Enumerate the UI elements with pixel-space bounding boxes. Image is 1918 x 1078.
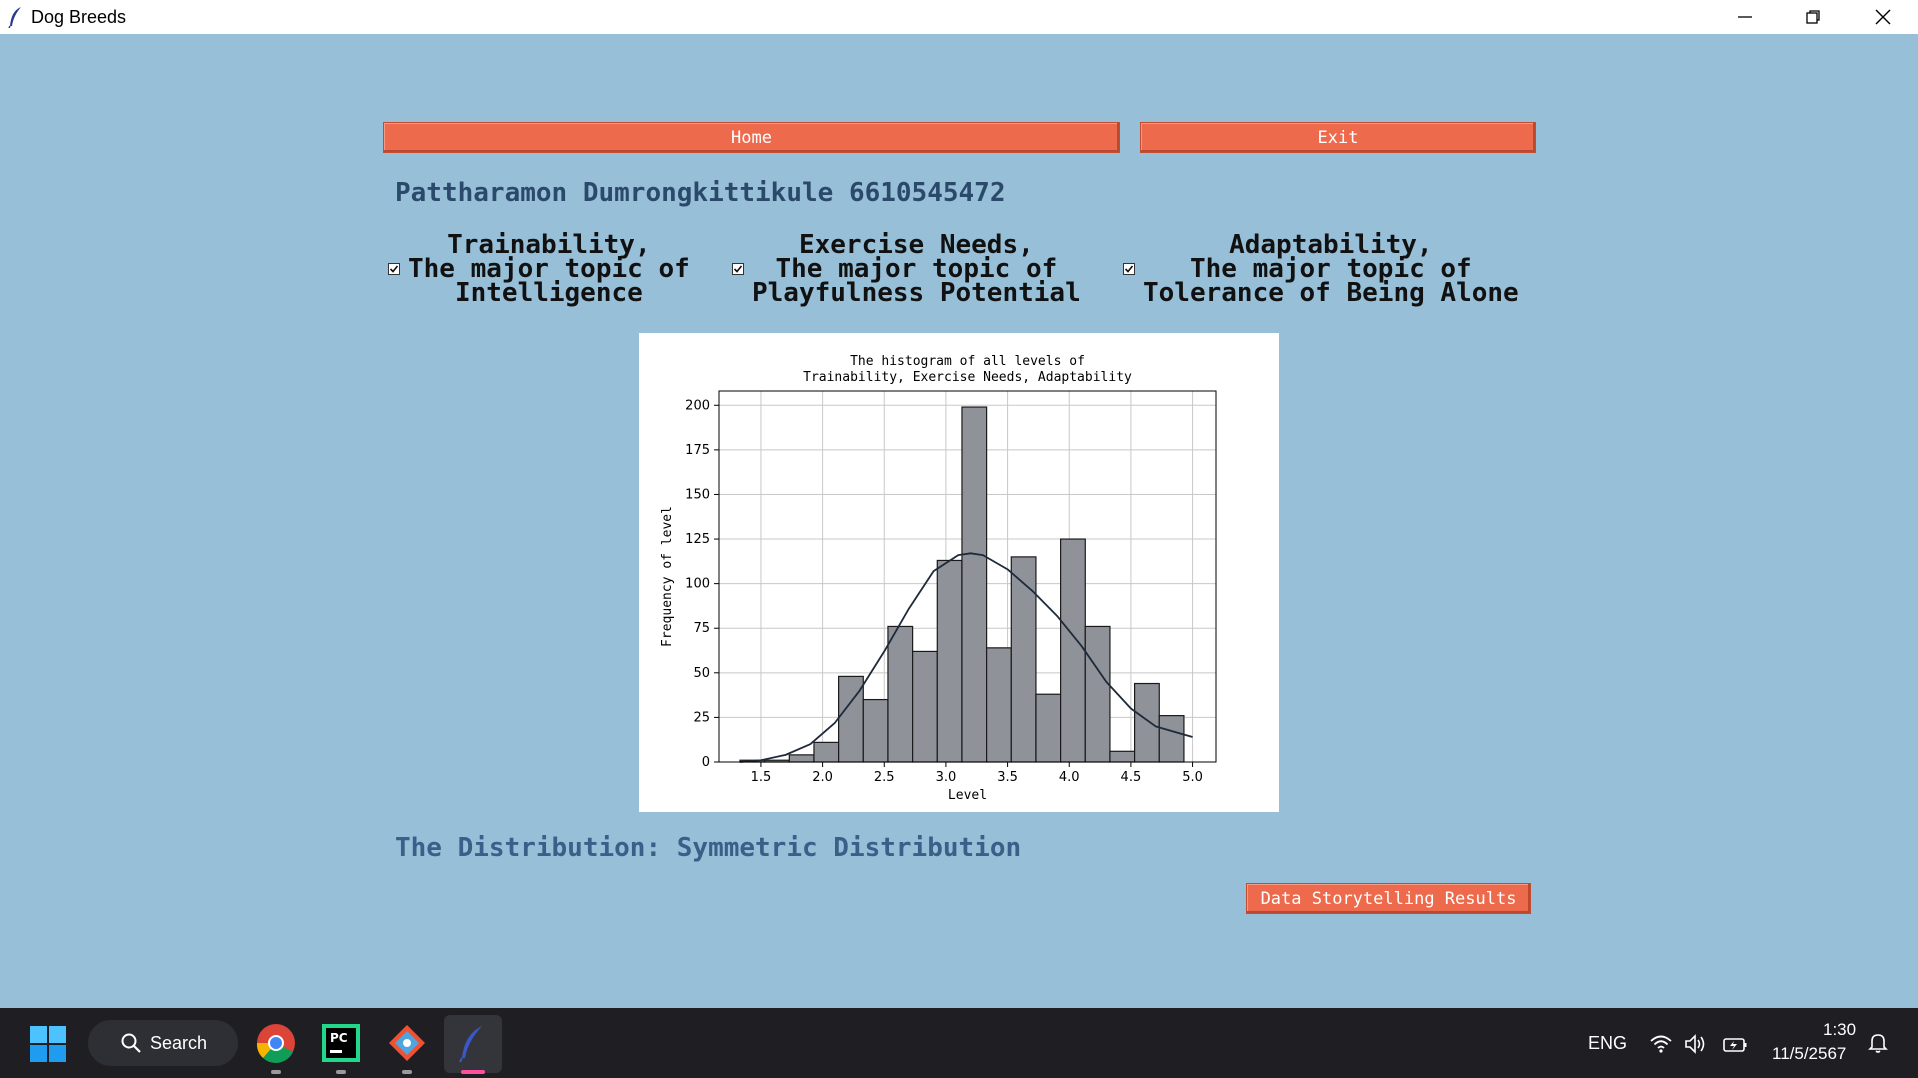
pycharm-indicator bbox=[336, 1070, 346, 1074]
window-title: Dog Breeds bbox=[31, 7, 127, 27]
checkbox-label: Trainability, The major topic of Intelli… bbox=[408, 230, 690, 308]
histogram-bar bbox=[1158, 715, 1185, 763]
clock-date[interactable]: 11/5/2567 bbox=[1772, 1044, 1846, 1064]
close-button[interactable] bbox=[1848, 0, 1918, 34]
chrome-indicator bbox=[271, 1070, 281, 1074]
histogram-bar bbox=[813, 741, 840, 763]
x-tick-label: 1.5 bbox=[751, 770, 772, 785]
checkbox-label: Adaptability, The major topic of Toleran… bbox=[1143, 230, 1519, 308]
checkbox-exercise-needs[interactable]: Exercise Needs, The major topic of Playf… bbox=[732, 230, 1081, 308]
checkbox-trainability[interactable]: Trainability, The major topic of Intelli… bbox=[388, 230, 690, 308]
git-app-icon[interactable] bbox=[386, 1022, 428, 1064]
search-icon bbox=[121, 1033, 141, 1053]
histogram-bar bbox=[986, 647, 1012, 763]
y-tick-label: 0 bbox=[702, 755, 710, 770]
y-tick-label: 100 bbox=[685, 577, 710, 592]
histogram-bar bbox=[936, 559, 963, 763]
histogram-bar bbox=[1035, 693, 1062, 763]
x-axis-label: Level bbox=[948, 788, 987, 803]
chart-title: The histogram of all levels of bbox=[850, 354, 1085, 369]
x-tick-label: 4.0 bbox=[1059, 770, 1080, 785]
y-tick-label: 50 bbox=[693, 666, 710, 681]
y-tick-label: 125 bbox=[685, 532, 710, 547]
wifi-icon[interactable] bbox=[1650, 1034, 1672, 1054]
histogram-bar bbox=[1060, 538, 1086, 763]
x-tick-label: 5.0 bbox=[1182, 770, 1203, 785]
y-tick-label: 25 bbox=[693, 710, 710, 725]
histogram-bar bbox=[912, 650, 938, 763]
y-tick-label: 175 bbox=[685, 443, 710, 458]
taskbar: Search PC ENG 1:30 11/5/2567 bbox=[0, 1008, 1918, 1078]
y-tick-label: 200 bbox=[685, 398, 710, 413]
restore-icon bbox=[1806, 10, 1820, 24]
histogram-bar bbox=[1109, 750, 1136, 763]
x-tick-label: 3.5 bbox=[997, 770, 1018, 785]
language-indicator[interactable]: ENG bbox=[1588, 1033, 1627, 1054]
close-icon bbox=[1875, 9, 1891, 25]
x-tick-label: 4.5 bbox=[1121, 770, 1142, 785]
check-icon bbox=[389, 265, 399, 273]
distribution-label: The Distribution: Symmetric Distribution bbox=[395, 833, 1022, 863]
histogram-chart: The histogram of all levels of Trainabili… bbox=[639, 333, 1279, 812]
histogram-svg: The histogram of all levels ofTrainabili… bbox=[660, 354, 1217, 803]
student-name: Pattharamon Dumrongkittikule 6610545472 bbox=[395, 178, 1006, 208]
check-icon bbox=[1124, 265, 1134, 273]
battery-icon[interactable] bbox=[1722, 1033, 1748, 1055]
minimize-button[interactable] bbox=[1710, 0, 1780, 34]
windows-start-icon[interactable] bbox=[30, 1026, 66, 1062]
x-tick-label: 2.0 bbox=[812, 770, 833, 785]
volume-icon[interactable] bbox=[1684, 1033, 1706, 1055]
checkbox-box[interactable] bbox=[1123, 263, 1135, 275]
search-label: Search bbox=[150, 1032, 208, 1053]
minimize-icon bbox=[1738, 16, 1752, 18]
histogram-bar bbox=[862, 698, 889, 763]
histogram-bar bbox=[1134, 682, 1160, 763]
git-app-indicator bbox=[402, 1070, 412, 1074]
data-storytelling-button[interactable]: Data Storytelling Results bbox=[1246, 883, 1531, 914]
x-tick-label: 2.5 bbox=[874, 770, 895, 785]
histogram-bar bbox=[788, 754, 815, 763]
checkbox-box[interactable] bbox=[732, 263, 744, 275]
histogram-bar bbox=[961, 406, 988, 763]
title-bar: Dog Breeds bbox=[0, 0, 1918, 34]
svg-text:PC: PC bbox=[330, 1031, 348, 1045]
y-axis-label: Frequency of level bbox=[660, 506, 675, 647]
histogram-bar bbox=[1010, 556, 1037, 763]
restore-button[interactable] bbox=[1778, 0, 1848, 34]
x-tick-label: 3.0 bbox=[936, 770, 957, 785]
histogram-bar bbox=[1084, 625, 1111, 763]
y-tick-label: 150 bbox=[685, 487, 710, 502]
checkbox-label: Exercise Needs, The major topic of Playf… bbox=[752, 230, 1081, 308]
feather-icon bbox=[8, 7, 21, 28]
chrome-icon[interactable] bbox=[255, 1022, 297, 1064]
feather-app-indicator bbox=[461, 1070, 485, 1074]
pycharm-icon[interactable]: PC bbox=[320, 1022, 362, 1064]
clock-time[interactable]: 1:30 bbox=[1823, 1020, 1856, 1040]
taskbar-search[interactable]: Search bbox=[88, 1020, 238, 1066]
feather-app-icon[interactable] bbox=[452, 1022, 494, 1064]
y-tick-label: 75 bbox=[693, 621, 710, 636]
chart-title: Trainability, Exercise Needs, Adaptabili… bbox=[803, 370, 1132, 385]
notification-bell-icon[interactable] bbox=[1868, 1032, 1888, 1054]
home-button[interactable]: Home bbox=[383, 122, 1120, 153]
checkbox-box[interactable] bbox=[388, 263, 400, 275]
checkbox-adaptability[interactable]: Adaptability, The major topic of Toleran… bbox=[1123, 230, 1519, 308]
exit-button[interactable]: Exit bbox=[1140, 122, 1536, 153]
histogram-bar bbox=[887, 625, 914, 763]
check-icon bbox=[733, 265, 743, 273]
